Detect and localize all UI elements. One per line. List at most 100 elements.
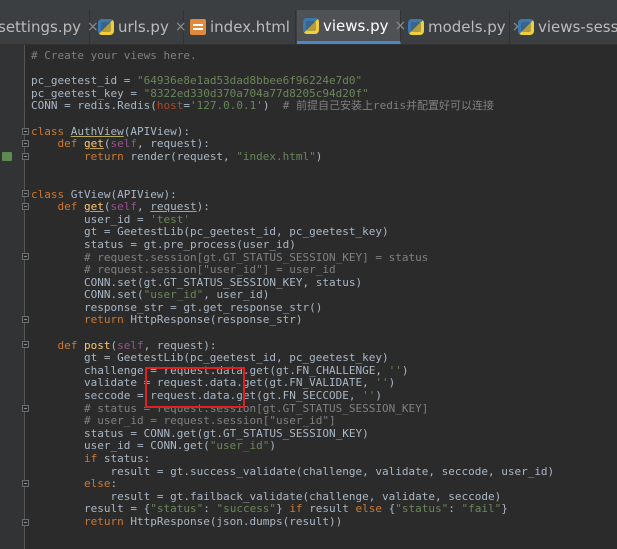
code-token: if xyxy=(83,452,104,465)
tab-views-py[interactable]: views.py × xyxy=(297,10,406,44)
code-token: return xyxy=(83,313,131,327)
code-editor[interactable]: # Create your views here. pc_geetest_id … xyxy=(31,49,555,529)
code-token: def xyxy=(57,137,84,151)
code-token: : xyxy=(110,477,118,491)
code-token: if xyxy=(289,502,310,516)
code-line: return HttpResponse(json.dumps(result)) xyxy=(31,514,554,529)
code-token: '' xyxy=(362,389,376,403)
code-token: pc_geetest_key = xyxy=(31,86,144,100)
tab-views-session[interactable]: views-session xyxy=(512,10,617,44)
code-token: CONN.set(gt.GT_STATUS_SESSION_KEY, statu… xyxy=(31,275,363,289)
html-file-icon xyxy=(190,19,206,35)
code-token: validate = request.data.get(gt.FN_VALIDA… xyxy=(31,376,376,390)
fold-marker-icon[interactable] xyxy=(22,480,29,487)
code-token: ): xyxy=(196,200,210,214)
code-token: ) xyxy=(315,149,323,163)
code-token: "index.html" xyxy=(236,149,316,163)
code-token: "64936e8e1ad53dad8bbee6f96224e7d0" xyxy=(136,74,363,88)
code-token: '' xyxy=(375,376,389,390)
fold-marker-icon[interactable] xyxy=(22,140,29,147)
code-token: "success" xyxy=(216,502,277,516)
code-token: render(request, xyxy=(130,149,237,163)
code-token: CONN = redis.Redis( xyxy=(31,99,157,113)
code-token: : xyxy=(203,502,217,516)
fold-marker-icon[interactable] xyxy=(22,153,29,160)
code-token: result = gt.success_validate(challenge, … xyxy=(31,464,555,478)
code-token: def xyxy=(57,200,84,214)
code-token: else xyxy=(355,502,389,516)
override-gutter-icon[interactable] xyxy=(2,152,12,161)
code-token: def xyxy=(57,338,84,352)
fold-marker-icon[interactable] xyxy=(22,253,29,260)
code-token: ) xyxy=(401,363,409,377)
code-token: host xyxy=(156,99,184,113)
code-line: CONN = redis.Redis(host='127.0.0.1') # 前… xyxy=(31,100,554,113)
python-file-icon xyxy=(98,19,114,35)
code-line: return HttpResponse(response_str) xyxy=(31,314,554,327)
code-token: ( xyxy=(103,137,111,151)
editor-tab-bar: settings.py × urls.py × index.html × vie… xyxy=(0,0,617,45)
fold-marker-icon[interactable] xyxy=(22,316,29,323)
code-token: return xyxy=(83,514,131,528)
code-token: "8322ed330d370a704a77d8205c94d20f" xyxy=(143,86,369,100)
fold-marker-icon[interactable] xyxy=(22,341,29,348)
code-token: self xyxy=(117,338,144,352)
code-token: # status = request.session[gt.GT_STATUS_… xyxy=(83,401,429,415)
code-token: "user_id" xyxy=(209,439,270,453)
code-token: user_id = CONN.get( xyxy=(31,439,210,453)
code-token: '127.0.0.1' xyxy=(189,99,263,113)
fold-marker-icon[interactable] xyxy=(22,128,29,135)
code-token: ) xyxy=(269,439,277,453)
code-token: self xyxy=(110,137,138,151)
python-file-icon xyxy=(408,19,424,35)
fold-marker-icon[interactable] xyxy=(22,203,29,210)
code-token: AuthView xyxy=(70,124,124,138)
code-token: "fail" xyxy=(461,502,502,516)
fold-marker-icon[interactable] xyxy=(22,405,29,412)
code-token: , xyxy=(137,200,151,214)
code-token: post xyxy=(84,338,111,352)
code-line: # Create your views here. xyxy=(31,49,554,63)
code-token: class xyxy=(31,187,71,201)
code-token: = xyxy=(183,99,190,113)
code-token: GtView(APIView): xyxy=(70,187,177,201)
tab-models-py[interactable]: models.py × xyxy=(402,10,523,44)
code-token: (APIView): xyxy=(123,124,190,138)
fold-marker-icon[interactable] xyxy=(22,519,29,526)
code-token: gt = GeetestLib(pc_geetest_id, pc_geetes… xyxy=(31,225,389,239)
tab-label: models.py xyxy=(428,18,506,36)
code-token: response_str = gt.get_response_str() xyxy=(31,300,323,314)
line-gutter xyxy=(0,45,24,549)
code-token: get xyxy=(84,137,104,151)
code-token: result = gt.failback_validate(challenge,… xyxy=(31,489,502,503)
code-token: "status" xyxy=(150,502,204,516)
vertical-scrollbar[interactable] xyxy=(609,45,617,549)
code-token: , request): xyxy=(137,137,210,151)
tab-urls-py[interactable]: urls.py × xyxy=(92,10,187,44)
tab-settings-py[interactable]: settings.py × xyxy=(0,10,99,44)
code-token: ) xyxy=(375,389,383,403)
python-file-icon xyxy=(518,19,534,35)
code-token: request xyxy=(150,200,197,214)
tab-index-html[interactable]: index.html × xyxy=(184,10,308,44)
code-token: challenge = request.data.get(gt.FN_CHALL… xyxy=(31,363,389,377)
fold-marker-icon[interactable] xyxy=(22,190,29,197)
code-token: class xyxy=(31,124,71,138)
code-token: ) xyxy=(262,99,283,113)
code-token: # 前提自己安装上redis并配置好可以连接 xyxy=(282,99,495,113)
code-token: '' xyxy=(388,363,402,377)
code-token: # user_id = request.session["user_id"] xyxy=(83,414,336,428)
code-token: status = gt.pre_process(user_id) xyxy=(31,237,296,251)
code-token: , request): xyxy=(143,338,217,352)
code-token: else xyxy=(83,477,111,491)
